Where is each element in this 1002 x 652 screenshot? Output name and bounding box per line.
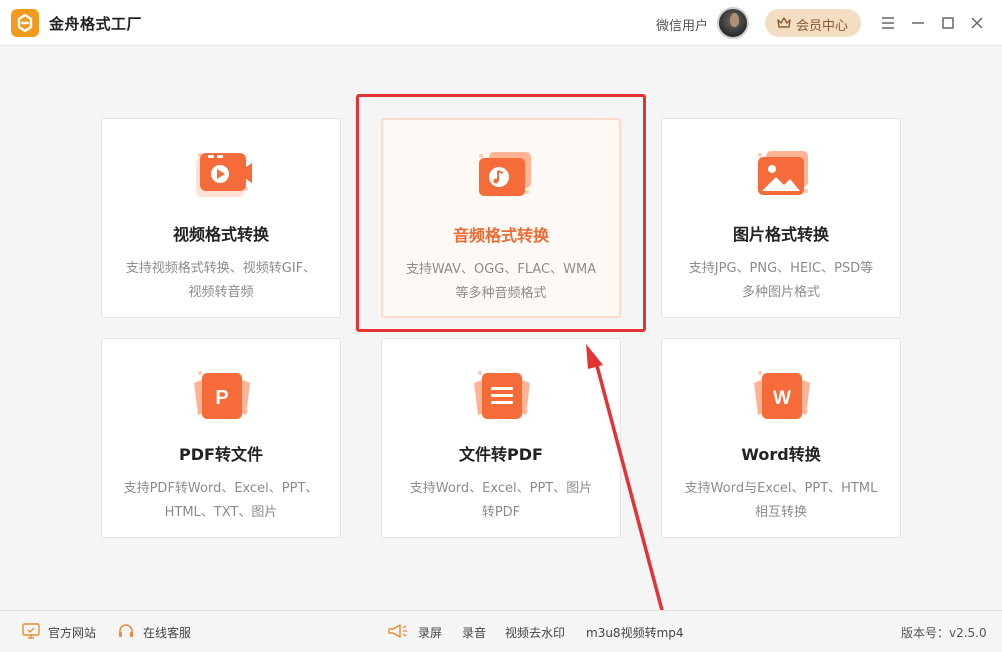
word-file-icon: W — [754, 371, 810, 419]
vip-center-button[interactable]: 会员中心 — [765, 9, 861, 37]
card-description: 支持JPG、PNG、HEIC、PSD等 多种图片格式 — [688, 261, 874, 300]
card-video-convert[interactable]: 视频格式转换 支持视频格式转换、视频转GIF、 视频转音频 — [101, 118, 341, 318]
card-word-convert[interactable]: W Word转换 支持Word与Excel、PPT、HTML 相互转换 — [661, 338, 901, 538]
crown-icon — [777, 17, 791, 28]
card-title: 文件转PDF — [459, 445, 543, 464]
video-file-icon — [196, 153, 252, 197]
minimize-icon[interactable] — [908, 13, 928, 33]
vip-center-label: 会员中心 — [796, 19, 849, 34]
annotation-arrow-icon — [586, 344, 665, 615]
app-logo-icon — [11, 9, 39, 37]
card-description: 支持WAV、OGG、FLAC、WMA 等多种音频格式 — [405, 262, 597, 301]
footer-bar: 官方网站 在线客服 录屏 录音 视频去水印 m3u8视频转mp4 版本号：v2.… — [0, 610, 1002, 652]
user-name[interactable]: 微信用户 — [656, 15, 708, 34]
card-title: Word转换 — [741, 445, 821, 464]
maximize-icon[interactable] — [938, 13, 958, 33]
online-support-link[interactable]: 在线客服 — [117, 624, 191, 641]
card-title: 视频格式转换 — [172, 225, 269, 244]
card-image-convert[interactable]: 图片格式转换 支持JPG、PNG、HEIC、PSD等 多种图片格式 — [661, 118, 901, 318]
card-description: 支持Word、Excel、PPT、图片 转PDF — [409, 481, 593, 520]
card-description: 支持PDF转Word、Excel、PPT、 HTML、TXT、图片 — [123, 481, 319, 520]
m3u8-convert-link[interactable]: m3u8视频转mp4 — [586, 624, 684, 641]
headset-icon — [119, 624, 133, 637]
image-file-icon — [758, 151, 808, 195]
remove-watermark-link[interactable]: 视频去水印 — [505, 624, 565, 641]
app-title: 金舟格式工厂 — [49, 15, 143, 33]
megaphone-icon — [388, 624, 407, 638]
document-file-icon — [474, 371, 530, 419]
title-bar: 金舟格式工厂 微信用户 会员中心 — [0, 0, 1002, 46]
card-pdf-to-file[interactable]: P PDF转文件 支持PDF转Word、Excel、PPT、 HTML、TXT、图… — [101, 338, 341, 538]
card-file-to-pdf[interactable]: 文件转PDF 支持Word、Excel、PPT、图片 转PDF — [381, 338, 621, 538]
card-audio-convert[interactable]: 音频格式转换 支持WAV、OGG、FLAC、WMA 等多种音频格式 — [381, 118, 621, 318]
record-audio-link[interactable]: 录音 — [462, 624, 486, 641]
version-label: 版本号：v2.5.0 — [901, 626, 987, 640]
card-description: 支持视频格式转换、视频转GIF、 视频转音频 — [125, 261, 317, 300]
pdf-file-icon: P — [194, 371, 250, 419]
monitor-icon — [22, 623, 40, 639]
card-title: 图片格式转换 — [732, 225, 829, 244]
card-description: 支持Word与Excel、PPT、HTML 相互转换 — [684, 481, 878, 520]
menu-icon[interactable] — [878, 13, 898, 33]
card-title: 音频格式转换 — [452, 226, 549, 245]
svg-text:P: P — [215, 387, 228, 409]
card-title: PDF转文件 — [179, 445, 263, 464]
record-screen-link[interactable]: 录屏 — [386, 624, 442, 641]
close-icon[interactable] — [967, 13, 987, 33]
avatar[interactable] — [717, 7, 749, 39]
audio-file-icon — [479, 152, 531, 196]
svg-text:W: W — [773, 388, 791, 409]
official-website-link[interactable]: 官方网站 — [22, 623, 96, 641]
